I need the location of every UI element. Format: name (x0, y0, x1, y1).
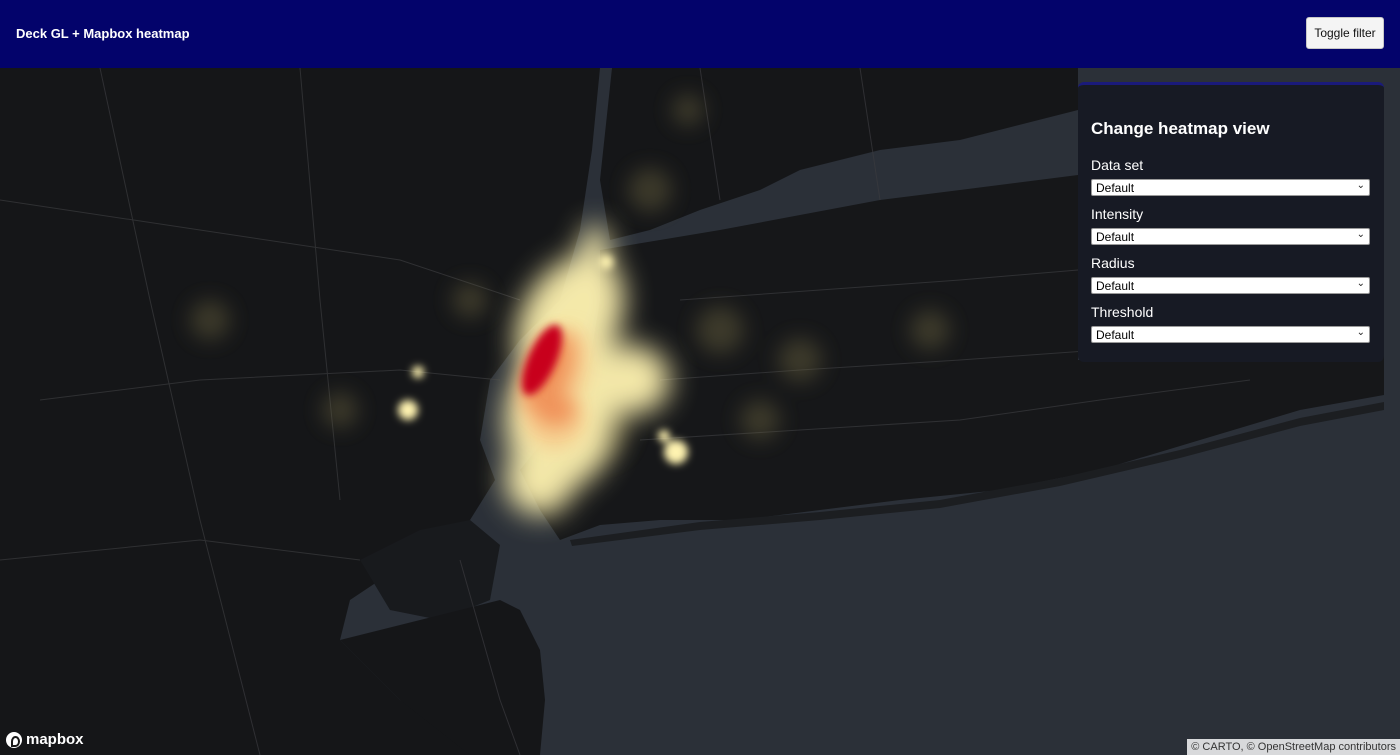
toggle-filter-button[interactable]: Toggle filter (1306, 17, 1384, 49)
chevron-down-icon: ⌄ (1356, 278, 1365, 289)
threshold-select-value: Default (1096, 328, 1135, 342)
intensity-select[interactable]: Default ⌄ (1091, 228, 1370, 245)
intensity-select-value: Default (1096, 230, 1135, 244)
dataset-select-value: Default (1096, 181, 1135, 195)
threshold-label: Threshold (1091, 304, 1154, 320)
dataset-label: Data set (1091, 157, 1144, 173)
panel-title: Change heatmap view (1091, 119, 1270, 138)
intensity-label: Intensity (1091, 206, 1144, 222)
app-title: Deck GL + Mapbox heatmap (16, 26, 190, 41)
radius-select-value: Default (1096, 279, 1135, 293)
threshold-select[interactable]: Default ⌄ (1091, 326, 1370, 343)
radius-select[interactable]: Default ⌄ (1091, 277, 1370, 294)
mapbox-logo-text: mapbox (26, 731, 84, 748)
heatmap-controls-panel: Change heatmap view Data set Default ⌄ I… (1078, 82, 1384, 362)
dataset-select[interactable]: Default ⌄ (1091, 179, 1370, 196)
mapbox-logo[interactable]: mapbox (6, 731, 84, 748)
chevron-down-icon: ⌄ (1356, 327, 1365, 338)
chevron-down-icon: ⌄ (1356, 180, 1365, 191)
chevron-down-icon: ⌄ (1356, 229, 1365, 240)
app-header: Deck GL + Mapbox heatmap Toggle filter (0, 0, 1400, 68)
radius-label: Radius (1091, 255, 1135, 271)
map-attribution[interactable]: © CARTO, © OpenStreetMap contributors (1187, 739, 1400, 755)
mapbox-logo-icon (6, 731, 22, 748)
